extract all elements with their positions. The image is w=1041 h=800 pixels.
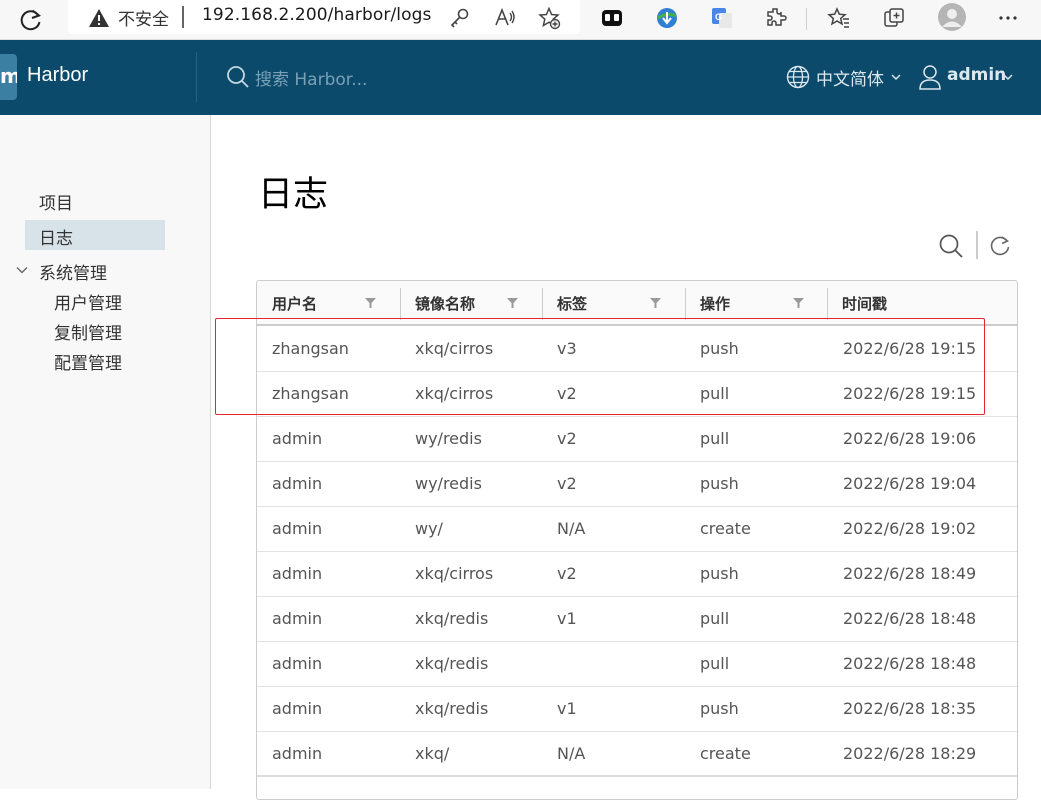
user-icon	[919, 65, 941, 90]
column-label: 用户名	[272, 295, 318, 313]
sidebar-item-administration[interactable]: 系统管理	[39, 259, 107, 284]
table-row[interactable]: admin xkq/redis v1 push 2022/6/28 18:35	[257, 687, 1017, 732]
sidebar-item-logs[interactable]: 日志	[39, 224, 73, 249]
brand-name[interactable]: Harbor	[27, 64, 88, 87]
address-divider	[182, 6, 184, 28]
cell-repository: wy/redis	[415, 429, 482, 448]
svg-text:G: G	[715, 12, 722, 22]
cell-operation: create	[700, 519, 751, 538]
cell-username: admin	[272, 474, 323, 493]
more-menu-icon[interactable]	[996, 6, 1020, 30]
cell-timestamp: 2022/6/28 18:48	[843, 654, 977, 673]
extensions-icon[interactable]	[764, 6, 788, 30]
chevron-down-icon[interactable]	[16, 264, 28, 276]
cell-repository: wy/redis	[415, 474, 482, 493]
global-search-input[interactable]: 搜索 Harbor...	[255, 65, 367, 90]
filter-icon[interactable]	[793, 298, 804, 308]
filter-icon[interactable]	[507, 298, 518, 308]
table-row[interactable]: admin wy/redis v2 pull 2022/6/28 19:06	[257, 417, 1017, 462]
cell-username: admin	[272, 564, 323, 583]
header-divider	[196, 52, 197, 102]
cell-username: admin	[272, 609, 323, 628]
favorites-icon[interactable]	[827, 6, 851, 30]
column-label: 标签	[557, 295, 588, 313]
search-icon[interactable]	[938, 233, 964, 259]
cell-repository: wy/	[415, 519, 443, 538]
cell-operation: pull	[700, 429, 730, 448]
cell-timestamp: 2022/6/28 18:29	[843, 744, 977, 763]
highlight-annotation-box	[215, 318, 985, 415]
cell-operation: create	[700, 744, 751, 763]
chevron-down-icon[interactable]	[891, 73, 901, 81]
app-header	[0, 40, 1041, 115]
toolbar-divider	[806, 8, 807, 30]
cell-timestamp: 2022/6/28 18:35	[843, 699, 977, 718]
cell-timestamp: 2022/6/28 18:48	[843, 609, 977, 628]
cell-timestamp: 2022/6/28 19:02	[843, 519, 977, 538]
sidebar-item-configuration[interactable]: 配置管理	[54, 349, 122, 374]
table-row[interactable]: admin xkq/ N/A create 2022/6/28 18:29	[257, 732, 1017, 777]
cell-username: admin	[272, 654, 323, 673]
column-label: 操作	[700, 295, 731, 313]
url-text[interactable]: 192.168.2.200/harbor/logs	[202, 5, 431, 25]
security-label[interactable]: 不安全	[118, 5, 169, 30]
read-aloud-icon[interactable]	[493, 6, 517, 30]
table-row[interactable]: admin xkq/redis pull 2022/6/28 18:48	[257, 642, 1017, 687]
cell-username: admin	[272, 699, 323, 718]
cell-repository: xkq/redis	[415, 699, 489, 718]
table-row[interactable]: admin wy/redis v2 push 2022/6/28 19:04	[257, 462, 1017, 507]
cell-operation: push	[700, 474, 739, 493]
translate-icon[interactable]: G	[710, 6, 734, 30]
cell-tag: v1	[557, 699, 577, 718]
sidebar	[0, 115, 211, 789]
warning-icon[interactable]	[88, 7, 110, 29]
cell-username: admin	[272, 519, 323, 538]
filter-icon[interactable]	[365, 298, 376, 308]
cell-repository: xkq/cirros	[415, 564, 494, 583]
toolbar-divider	[976, 231, 978, 259]
harbor-logo-icon[interactable]: m	[0, 54, 17, 100]
cell-username: admin	[272, 744, 323, 763]
cell-tag: v2	[557, 429, 577, 448]
cell-tag: N/A	[557, 744, 586, 763]
sidebar-item-users[interactable]: 用户管理	[54, 289, 122, 314]
globe-icon	[786, 65, 810, 89]
cell-operation: push	[700, 699, 739, 718]
cell-timestamp: 2022/6/28 19:04	[843, 474, 977, 493]
cell-repository: xkq/redis	[415, 654, 489, 673]
cell-tag: v2	[557, 474, 577, 493]
chevron-down-icon[interactable]	[1003, 73, 1013, 81]
cell-repository: xkq/	[415, 744, 450, 763]
cell-operation: pull	[700, 654, 730, 673]
cell-timestamp: 2022/6/28 18:49	[843, 564, 977, 583]
column-label: 时间戳	[842, 295, 888, 313]
cell-tag: v1	[557, 609, 577, 628]
search-icon	[227, 66, 249, 88]
sidebar-item-projects[interactable]: 项目	[39, 189, 73, 214]
user-menu[interactable]: admin	[947, 65, 1006, 85]
profile-avatar-icon[interactable]	[937, 2, 967, 32]
language-selector[interactable]: 中文简体	[816, 65, 884, 90]
table-row[interactable]: admin xkq/cirros v2 push 2022/6/28 18:49	[257, 552, 1017, 597]
page-title: 日志	[258, 175, 329, 215]
cell-repository: xkq/redis	[415, 609, 489, 628]
key-icon[interactable]	[448, 6, 472, 30]
collections-icon[interactable]	[882, 6, 906, 30]
cell-operation: pull	[700, 609, 730, 628]
table-row[interactable]: admin xkq/redis v1 pull 2022/6/28 18:48	[257, 597, 1017, 642]
table-row[interactable]: admin wy/ N/A create 2022/6/28 19:02	[257, 507, 1017, 552]
column-label: 镜像名称	[415, 295, 476, 313]
download-manager-icon[interactable]	[655, 6, 679, 30]
filter-icon[interactable]	[650, 298, 661, 308]
cell-username: admin	[272, 429, 323, 448]
refresh-icon[interactable]	[988, 233, 1012, 257]
cell-tag: v2	[557, 564, 577, 583]
add-favorite-icon[interactable]	[537, 6, 561, 30]
cell-timestamp: 2022/6/28 19:06	[843, 429, 977, 448]
cell-tag: N/A	[557, 519, 586, 538]
cell-operation: push	[700, 564, 739, 583]
sidebar-item-replication[interactable]: 复制管理	[54, 319, 122, 344]
extension-icon[interactable]	[600, 6, 624, 30]
reload-icon[interactable]	[18, 7, 44, 33]
